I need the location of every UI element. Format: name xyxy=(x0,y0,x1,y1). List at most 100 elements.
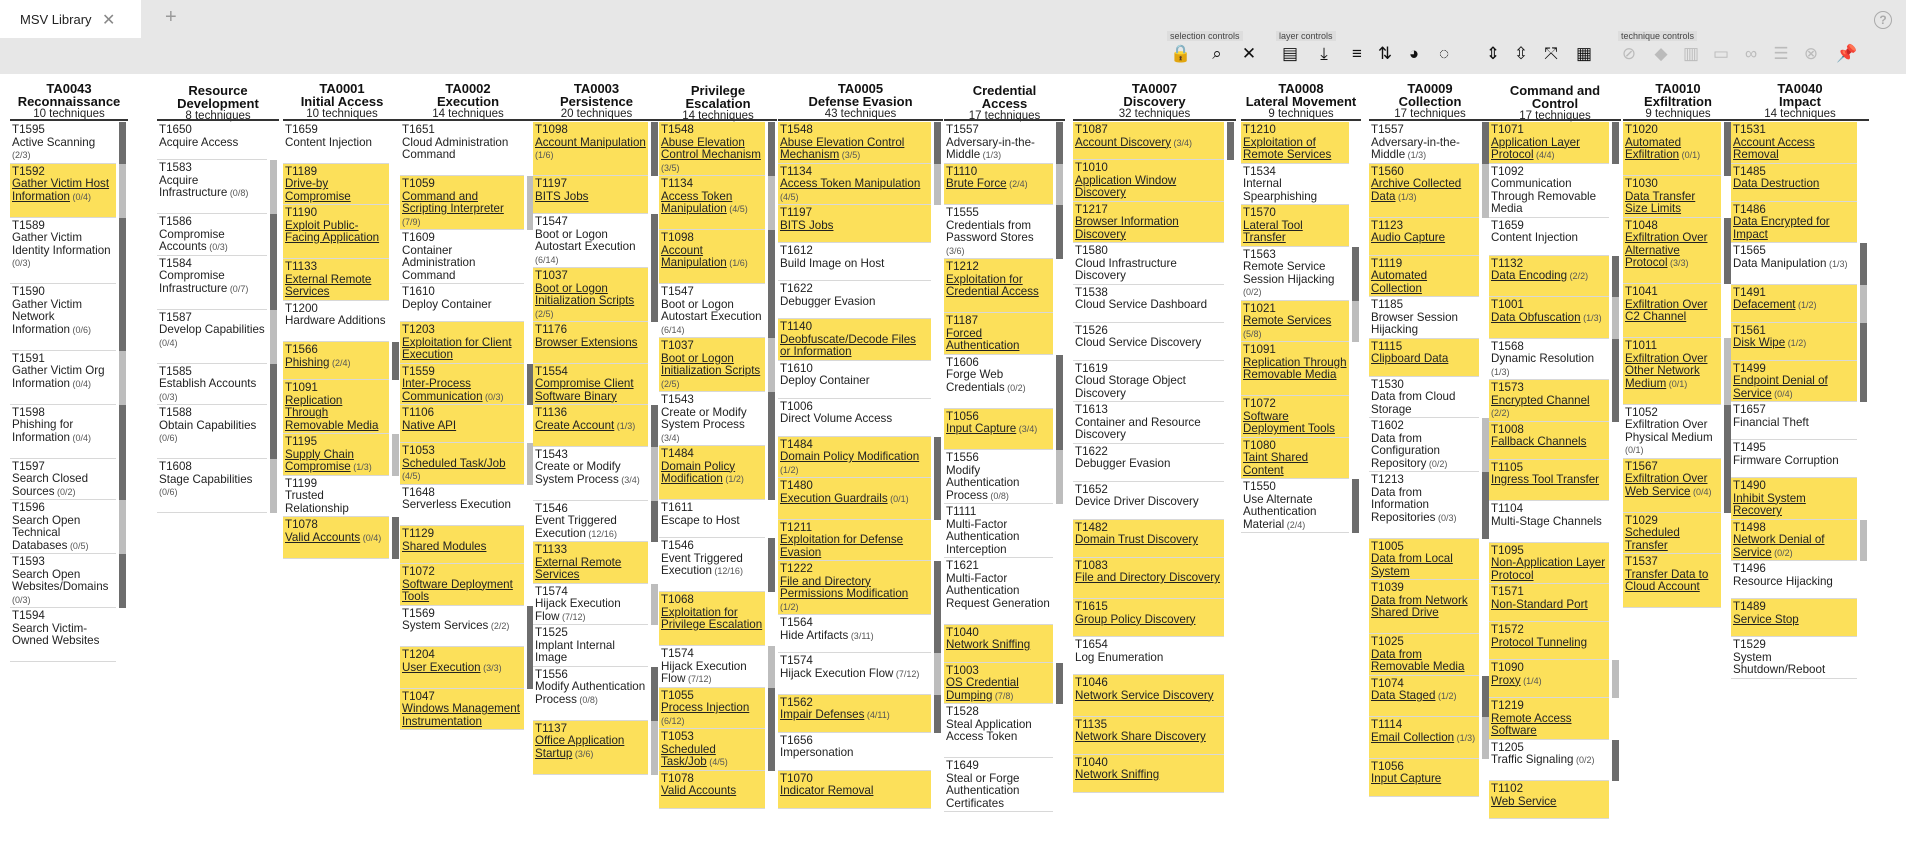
technique-cell[interactable]: T1651 Cloud Administration Command xyxy=(400,122,524,176)
subtechnique-toggle[interactable] xyxy=(1056,408,1063,450)
tactic-header[interactable]: TA0011Command and Control17 techniques xyxy=(1489,82,1621,123)
technique-cell[interactable]: T1040 Network Sniffing xyxy=(944,624,1053,663)
tactic-header[interactable]: TA0040 Impact 14 techniques xyxy=(1731,82,1869,121)
technique-cell[interactable]: T1070 Indicator Removal xyxy=(778,770,931,809)
subtechnique-toggle[interactable] xyxy=(119,458,126,500)
technique-cell[interactable]: T1029 Scheduled Transfer xyxy=(1623,512,1721,554)
technique-cell[interactable]: T1585 Establish Accounts (0/3) xyxy=(157,363,267,405)
subtechnique-toggle[interactable] xyxy=(768,446,775,500)
technique-cell[interactable]: T1546 Event Triggered Execution (12/16) xyxy=(533,500,648,542)
show-all-icon[interactable]: ⤧ xyxy=(1540,42,1562,66)
technique-cell[interactable]: T1197 BITS Jobs xyxy=(778,205,931,243)
technique-cell[interactable]: T1588 Obtain Capabilities (0/6) xyxy=(157,405,267,459)
technique-cell[interactable]: T1199 Trusted Relationship xyxy=(283,475,389,517)
technique-cell[interactable]: T1621 Multi-Factor Authentication Request… xyxy=(944,558,1053,625)
technique-cell[interactable]: T1572 Protocol Tunneling xyxy=(1489,622,1609,660)
technique-cell[interactable]: T1005 Data from Local System xyxy=(1369,538,1479,580)
comment-icon[interactable]: ▭ xyxy=(1710,42,1732,66)
technique-cell[interactable]: T1584 Compromise Infrastructure (0/7) xyxy=(157,255,267,310)
technique-cell[interactable]: T1498 Network Denial of Service (0/2) xyxy=(1731,519,1857,561)
subtechnique-toggle[interactable] xyxy=(768,538,775,592)
technique-cell[interactable]: T1048 Exfiltration Over Alternative Proto… xyxy=(1623,217,1721,284)
technique-cell[interactable]: T1200 Hardware Additions xyxy=(283,300,389,342)
technique-cell[interactable]: T1610 Deploy Container xyxy=(400,284,524,322)
layer-info-icon[interactable]: ▤ xyxy=(1279,42,1301,66)
subtechnique-toggle[interactable] xyxy=(1352,479,1359,533)
technique-cell[interactable]: T1499 Endpoint Denial of Service (0/4) xyxy=(1731,360,1857,402)
technique-cell[interactable]: T1115 Clipboard Data xyxy=(1369,338,1479,377)
search-icon[interactable]: ⌕ xyxy=(1206,42,1228,66)
subtechnique-toggle[interactable] xyxy=(119,500,126,554)
subtechnique-toggle[interactable] xyxy=(1056,163,1063,205)
subtechnique-toggle[interactable] xyxy=(270,160,277,214)
technique-cell[interactable]: T1611 Escape to Host xyxy=(659,500,765,538)
link-icon[interactable]: ∞ xyxy=(1740,42,1762,66)
technique-cell[interactable]: T1074 Data Staged (1/2) xyxy=(1369,675,1479,717)
technique-cell[interactable]: T1528 Steal Application Access Token xyxy=(944,704,1053,758)
technique-cell[interactable]: T1547 Boot or Logon Autostart Execution (… xyxy=(659,284,765,338)
technique-cell[interactable]: T1652 Device Driver Discovery xyxy=(1073,481,1224,520)
subtechnique-toggle[interactable] xyxy=(1056,450,1063,504)
technique-cell[interactable]: T1133 External Remote Services xyxy=(533,542,648,584)
tactic-header[interactable]: TA0001 Initial Access 10 techniques xyxy=(283,82,401,121)
subtechnique-toggle[interactable] xyxy=(270,363,277,405)
technique-cell[interactable]: T1480 Execution Guardrails (0/1) xyxy=(778,478,931,520)
subtechnique-toggle[interactable] xyxy=(651,446,658,501)
technique-cell[interactable]: T1204 User Execution (3/3) xyxy=(400,647,524,689)
technique-cell[interactable]: T1037 Boot or Logon Initialization Script… xyxy=(659,338,765,392)
subtechnique-toggle[interactable] xyxy=(270,405,277,459)
technique-cell[interactable]: T1537 Transfer Data to Cloud Account xyxy=(1623,554,1721,608)
subtechnique-toggle[interactable] xyxy=(1056,662,1063,704)
technique-cell[interactable]: T1025 Data from Removable Media xyxy=(1369,634,1479,676)
technique-cell[interactable]: T1072 Software Deployment Tools xyxy=(1241,396,1349,438)
technique-cell[interactable]: T1543 Create or Modify System Process (3/… xyxy=(533,446,648,501)
technique-cell[interactable]: T1557 Adversary-in-the-Middle (1/3) xyxy=(944,122,1053,164)
technique-cell[interactable]: T1571 Non-Standard Port xyxy=(1489,584,1609,622)
technique-cell[interactable]: T1554 Compromise Client Software Binary xyxy=(533,363,648,405)
technique-cell[interactable]: T1648 Serverless Execution xyxy=(400,484,524,526)
technique-cell[interactable]: T1111 Multi-Factor Authentication Interce… xyxy=(944,504,1053,558)
technique-cell[interactable]: T1485 Data Destruction xyxy=(1731,163,1857,202)
technique-cell[interactable]: T1484 Domain Policy Modification (1/2) xyxy=(659,446,765,500)
technique-cell[interactable]: T1608 Stage Capabilities (0/6) xyxy=(157,459,267,513)
technique-cell[interactable]: T1185 Browser Session Hijacking xyxy=(1369,297,1479,339)
technique-cell[interactable]: T1213 Data from Information Repositories … xyxy=(1369,472,1479,539)
background-color-icon[interactable]: ◆ xyxy=(1650,42,1672,66)
subtechnique-toggle[interactable] xyxy=(651,666,658,721)
technique-cell[interactable]: T1010 Application Window Discovery xyxy=(1073,160,1224,202)
technique-cell[interactable]: T1593 Search Open Websites/Domains (0/3) xyxy=(10,554,116,608)
subtechnique-toggle[interactable] xyxy=(1860,243,1867,285)
technique-cell[interactable]: T1210 Exploitation of Remote Services xyxy=(1241,122,1349,164)
clear-annotations-icon[interactable]: ⊗ xyxy=(1800,42,1822,66)
subtechnique-toggle[interactable] xyxy=(1056,122,1063,164)
technique-cell[interactable]: T1098 Account Manipulation (1/6) xyxy=(659,230,765,284)
technique-cell[interactable]: T1123 Audio Capture xyxy=(1369,217,1479,256)
technique-cell[interactable]: T1563 Remote Service Session Hijacking (0… xyxy=(1241,246,1349,301)
technique-cell[interactable]: T1656 Impersonation xyxy=(778,732,931,771)
technique-cell[interactable]: T1222 File and Directory Permissions Modi… xyxy=(778,561,931,615)
close-icon[interactable]: ✕ xyxy=(102,10,115,30)
new-tab-plus-icon[interactable]: + xyxy=(165,6,177,29)
technique-cell[interactable]: T1083 File and Directory Discovery xyxy=(1073,557,1224,599)
technique-cell[interactable]: T1056 Input Capture xyxy=(1369,758,1479,797)
subtechnique-toggle[interactable] xyxy=(651,720,658,775)
technique-cell[interactable]: T1140 Deobfuscate/Decode Files or Informa… xyxy=(778,319,931,361)
technique-cell[interactable]: T1564 Hide Artifacts (3/11) xyxy=(778,615,931,653)
subtechnique-toggle[interactable] xyxy=(119,554,126,608)
subtechnique-toggle[interactable] xyxy=(119,284,126,351)
lock-icon[interactable]: 🔒 xyxy=(1170,42,1192,66)
sort-icon[interactable]: ⇅ xyxy=(1374,42,1396,66)
subtechnique-toggle[interactable] xyxy=(768,646,775,688)
technique-cell[interactable]: T1595 Active Scanning (2/3) xyxy=(10,122,116,164)
technique-cell[interactable]: T1548 Abuse Elevation Control Mechanism (… xyxy=(778,122,931,164)
subtechnique-toggle[interactable] xyxy=(934,561,941,615)
technique-cell[interactable]: T1569 System Services (2/2) xyxy=(400,605,524,647)
pin-icon[interactable]: 📌 xyxy=(1836,42,1858,66)
subtechnique-toggle[interactable] xyxy=(1724,338,1731,405)
technique-cell[interactable]: T1119 Automated Collection xyxy=(1369,255,1479,297)
technique-cell[interactable]: T1548 Abuse Elevation Control Mechanism (… xyxy=(659,122,765,176)
subtechnique-toggle[interactable] xyxy=(1482,122,1489,164)
technique-cell[interactable]: T1203 Exploitation for Client Execution xyxy=(400,322,524,364)
tab-msv-library[interactable]: MSV Library ✕ xyxy=(0,0,141,38)
subtechnique-toggle[interactable] xyxy=(768,230,775,284)
